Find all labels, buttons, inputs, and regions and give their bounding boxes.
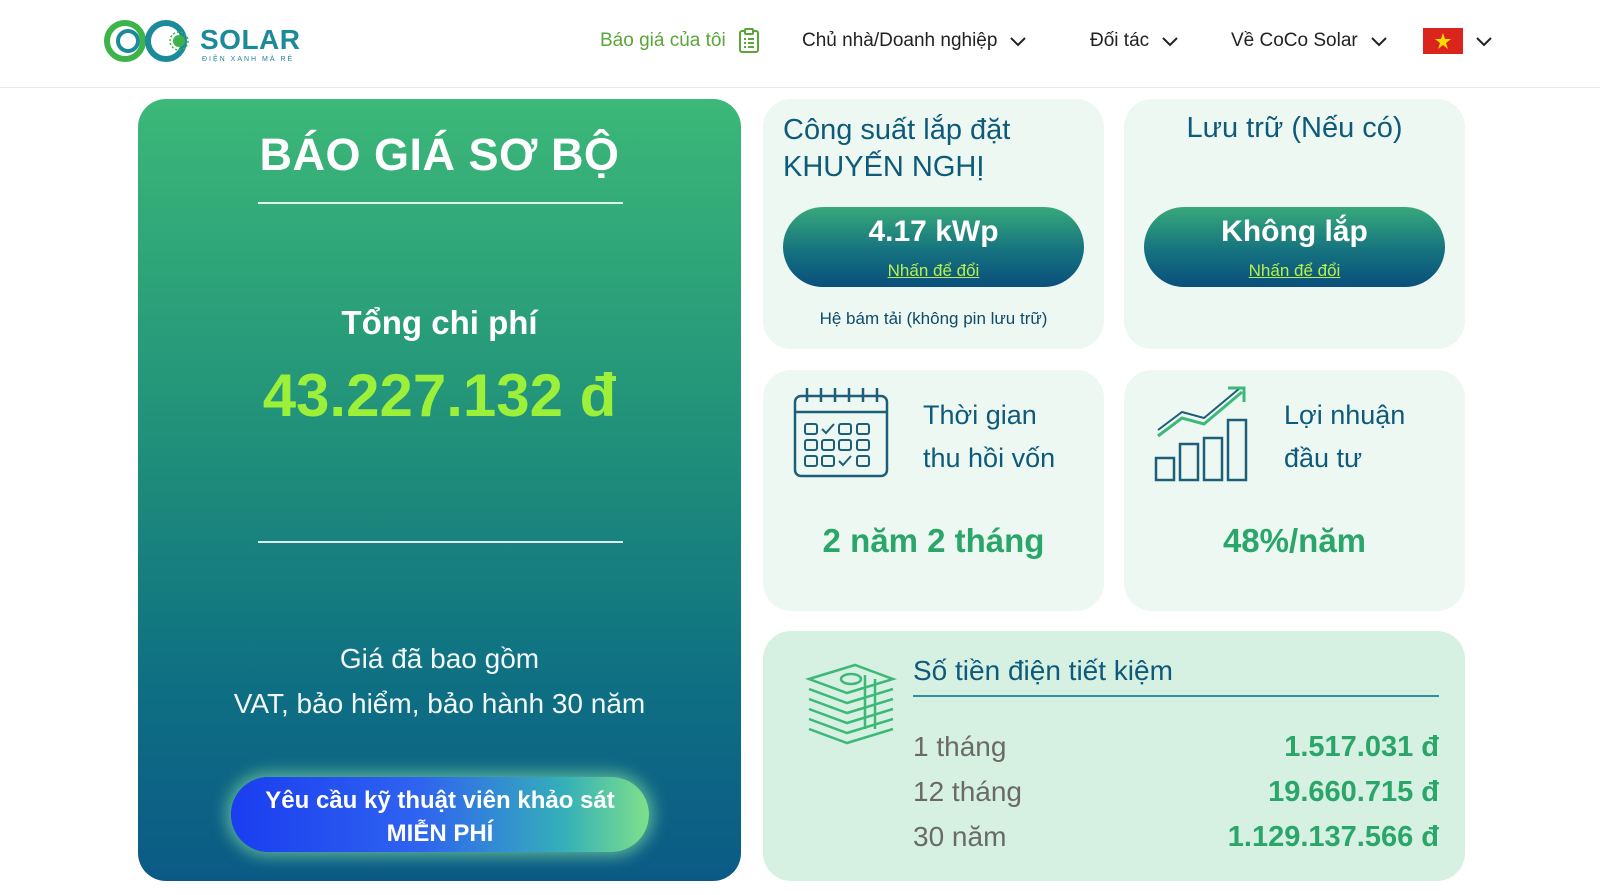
savings-row: 30 năm 1.129.137.566 đ (913, 821, 1439, 861)
clipboard-icon (738, 28, 759, 53)
nav-partner-label: Đối tác (1090, 30, 1150, 51)
nav-my-quote[interactable]: Báo giá của tôi (600, 24, 760, 58)
logo-text: SOLAR (200, 24, 301, 55)
coco-solar-logo[interactable]: SOLAR ĐIỆN XANH MÀ RẺ (104, 18, 304, 64)
power-title: Công suất lắp đặt KHUYẾN NGHỊ (783, 114, 1011, 183)
nav-owner-business[interactable]: Chủ nhà/Doanh nghiệp (802, 24, 1027, 58)
nav-owner-label: Chủ nhà/Doanh nghiệp (802, 30, 998, 51)
payback-label-line1: Thời gian (923, 400, 1037, 430)
money-stack-icon (805, 663, 897, 745)
electricity-savings-card: Số tiền điện tiết kiệm 1 tháng 1.517.031… (763, 631, 1465, 881)
storage-card: Lưu trữ (Nếu có) Không lắp Nhấn để đổi (1124, 99, 1465, 349)
payback-label: Thời gian thu hồi vốn (923, 394, 1055, 480)
power-change-button[interactable]: 4.17 kWp Nhấn để đổi (783, 207, 1084, 287)
growth-chart-icon (1154, 386, 1248, 482)
power-note: Hệ bám tải (không pin lưu trữ) (819, 309, 1048, 328)
storage-title: Lưu trữ (Nếu có) (1186, 112, 1403, 144)
chevron-down-icon (1371, 37, 1387, 47)
payback-label-line2: thu hồi vốn (923, 443, 1056, 473)
chevron-down-icon (1476, 37, 1492, 47)
logo-tagline: ĐIỆN XANH MÀ RẺ (202, 56, 295, 63)
divider (258, 541, 623, 543)
divider (258, 202, 623, 204)
power-value: 4.17 kWp (868, 215, 999, 248)
savings-row: 12 tháng 19.660.715 đ (913, 776, 1439, 816)
nav-about[interactable]: Về CoCo Solar (1231, 24, 1388, 58)
savings-amount: 1.129.137.566 đ (1227, 821, 1439, 853)
nav-partner[interactable]: Đối tác (1090, 24, 1179, 58)
profit-label-line1: Lợi nhuận (1284, 400, 1406, 430)
request-survey-button[interactable]: Yêu cầu kỹ thuật viên khảo sát MIỄN PHÍ (231, 777, 649, 852)
storage-change-button[interactable]: Không lắp Nhấn để đổi (1144, 207, 1445, 287)
profit-label: Lợi nhuận đầu tư (1284, 394, 1405, 480)
storage-change-link[interactable]: Nhấn để đổi (1144, 261, 1445, 281)
calendar-icon (793, 388, 889, 478)
nav-my-quote-label: Báo giá của tôi (600, 30, 726, 51)
profit-value: 48%/năm (1222, 522, 1367, 559)
vietnam-flag-icon (1423, 28, 1463, 54)
top-header: SOLAR ĐIỆN XANH MÀ RẺ Báo giá của tôi Ch… (0, 0, 1600, 88)
savings-divider (913, 695, 1439, 697)
preliminary-quote-card: BÁO GIÁ SƠ BỘ Tổng chi phí 43.227.132 đ … (138, 99, 741, 881)
profit-label-line2: đầu tư (1284, 443, 1363, 473)
savings-amount: 19.660.715 đ (1268, 776, 1439, 808)
savings-period: 30 năm (913, 821, 1007, 852)
nav-about-label: Về CoCo Solar (1231, 30, 1358, 51)
price-includes-line2: VAT, bảo hiểm, bảo hành 30 năm (233, 688, 646, 719)
savings-title: Số tiền điện tiết kiệm (913, 655, 1173, 686)
storage-value: Không lắp (1221, 215, 1368, 248)
quote-title: BÁO GIÁ SƠ BỘ (259, 129, 620, 180)
power-change-link[interactable]: Nhấn để đổi (783, 261, 1084, 281)
savings-amount: 1.517.031 đ (1284, 731, 1439, 763)
savings-period: 1 tháng (913, 731, 1007, 762)
profit-card: Lợi nhuận đầu tư 48%/năm (1124, 370, 1465, 611)
total-cost-value: 43.227.132 đ (262, 362, 617, 429)
chevron-down-icon (1010, 37, 1027, 47)
price-includes-line1: Giá đã bao gồm (339, 643, 540, 674)
survey-button-line1: Yêu cầu kỹ thuật viên khảo sát (265, 787, 615, 814)
logo-mark-icon (104, 20, 189, 62)
payback-value: 2 năm 2 tháng (822, 522, 1045, 559)
savings-period: 12 tháng (913, 776, 1022, 807)
recommended-power-card: Công suất lắp đặt KHUYẾN NGHỊ 4.17 kWp N… (763, 99, 1104, 349)
language-selector[interactable] (1423, 24, 1493, 58)
payback-card: Thời gian thu hồi vốn 2 năm 2 tháng (763, 370, 1104, 611)
survey-button-line2: MIỄN PHÍ (386, 820, 494, 847)
savings-row: 1 tháng 1.517.031 đ (913, 731, 1439, 771)
chevron-down-icon (1162, 37, 1178, 47)
total-cost-label: Tổng chi phí (341, 304, 538, 341)
